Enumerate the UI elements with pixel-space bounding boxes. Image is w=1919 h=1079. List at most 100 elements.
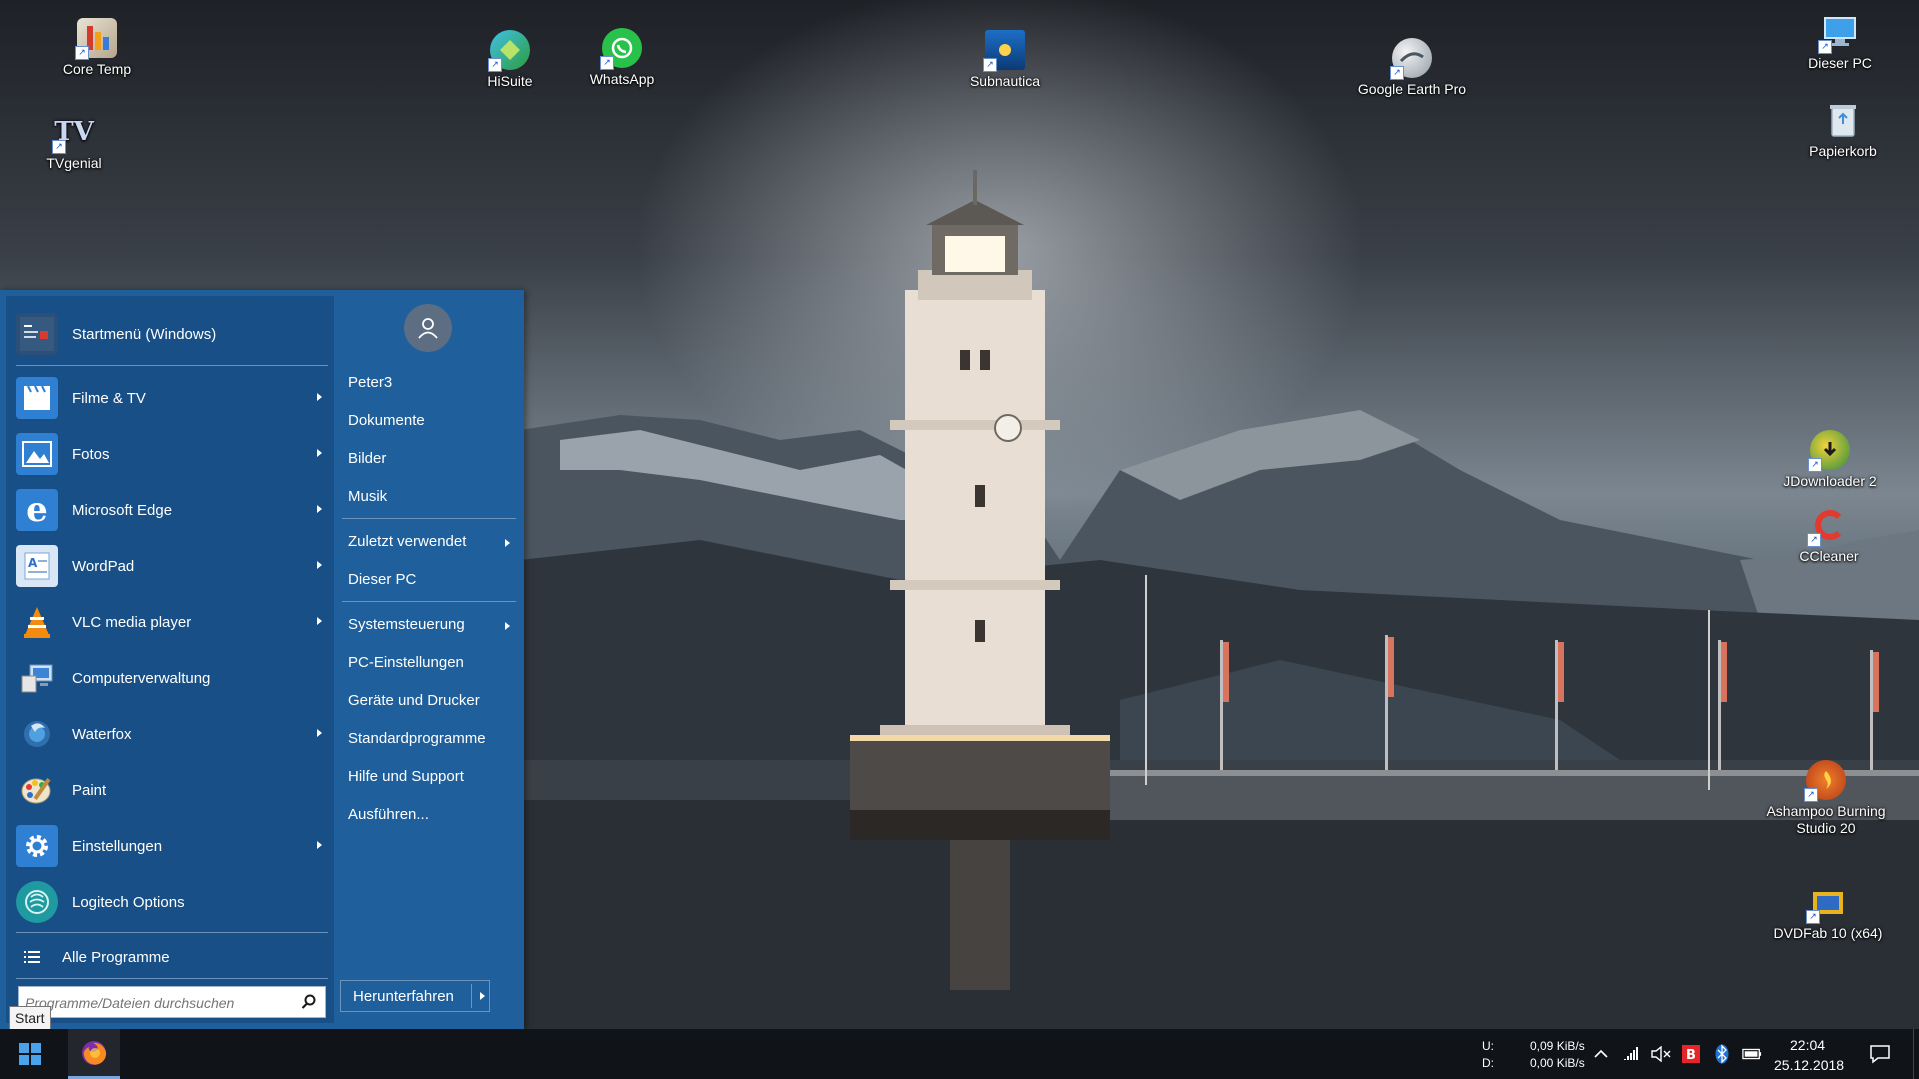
desktop-icon-jdownloader[interactable]: ↗ JDownloader 2 [1775,430,1885,490]
places-item-pc-einstellungen[interactable]: PC-Einstellungen [348,648,518,678]
start-item-label: Computerverwaltung [72,669,211,687]
start-item-filme-tv[interactable]: Filme & TV [16,371,332,425]
start-item-startmenu-windows[interactable]: Startmenü (Windows) [16,307,332,361]
places-item-label: Bilder [348,450,387,467]
start-tooltip: Start [9,1006,51,1030]
show-hidden-icons-chevron-icon[interactable] [1591,1044,1611,1064]
submenu-arrow-icon [317,617,322,625]
shutdown-label: Herunterfahren [353,987,454,1005]
hisuite-icon: ↗ [488,30,530,72]
start-item-label: Filme & TV [72,389,146,407]
start-item-computerverwaltung[interactable]: Computerverwaltung [16,651,332,705]
desktop-icon-ashampoo[interactable]: ↗ Ashampoo Burning Studio 20 [1756,760,1896,837]
net-download-value: 0,00 KiB/s [1530,1056,1585,1070]
places-item-label: Dieser PC [348,571,417,588]
start-item-vlc[interactable]: VLC media player [16,595,332,649]
places-item-musik[interactable]: Musik [348,482,518,512]
desktop-icon-label: TVgenial [46,155,102,171]
start-item-label: Microsoft Edge [72,501,173,519]
start-item-einstellungen[interactable]: Einstellungen [16,819,332,873]
desktop-icon-label: Core Temp [62,61,132,77]
places-item-systemsteuerung[interactable]: Systemsteuerung [348,610,518,640]
photos-icon [16,433,58,475]
start-item-label: Einstellungen [72,837,163,855]
paint-icon [16,769,58,811]
user-avatar[interactable] [404,304,452,352]
places-item-geraete-und-drucker[interactable]: Geräte und Drucker [348,686,518,716]
places-item-label: PC-Einstellungen [348,654,464,671]
net-upload-label: U: [1482,1039,1494,1053]
clock-date[interactable]: 25.12.2018 [1774,1057,1844,1073]
list-icon [24,950,40,964]
waterfox-icon [16,713,58,755]
places-item-dokumente[interactable]: Dokumente [348,406,518,436]
tvgenial-icon: TV ↗ [52,112,94,154]
bluetooth-icon[interactable] [1712,1044,1732,1064]
start-item-microsoft-edge[interactable]: e Microsoft Edge [16,483,332,537]
shutdown-options-arrow-icon[interactable] [480,992,485,1000]
places-item-peter3[interactable]: Peter3 [348,368,518,398]
submenu-arrow-icon [317,729,322,737]
desktop-icon-dvdfab[interactable]: ↗ DVDFab 10 (x64) [1764,882,1892,942]
places-item-bilder[interactable]: Bilder [348,444,518,474]
start-item-wordpad[interactable]: A WordPad [16,539,332,593]
submenu-arrow-icon [317,561,322,569]
recycle-bin-icon [1823,100,1863,140]
start-item-waterfox[interactable]: Waterfox [16,707,332,761]
desktop-icon-hisuite[interactable]: ↗ HiSuite [455,30,565,90]
start-menu-divider [16,978,328,979]
places-item-zuletzt-verwendet[interactable]: Zuletzt verwendet [348,527,518,557]
shutdown-button[interactable]: Herunterfahren [340,980,490,1012]
places-item-label: Dokumente [348,412,425,429]
ccleaner-icon: ↗ [1807,505,1849,547]
ashampoo-icon: ↗ [1804,760,1846,802]
jdownloader-icon: ↗ [1808,430,1850,472]
places-item-ausfuehren[interactable]: Ausführen... [348,800,518,830]
core-temp-icon: ↗ [75,18,117,60]
desktop-icon-core-temp[interactable]: ↗ Core Temp [42,18,152,78]
places-item-label: Standardprogramme [348,730,486,747]
desktop-icon-ccleaner[interactable]: ↗ CCleaner [1774,505,1884,565]
start-item-fotos[interactable]: Fotos [16,427,332,481]
vlc-icon [16,601,58,643]
computer-management-icon [16,657,58,699]
start-item-label: Logitech Options [72,893,185,911]
subnautica-icon: ↗ [983,30,1025,72]
antivirus-icon[interactable]: B [1681,1044,1701,1064]
desktop-icon-whatsapp[interactable]: ↗ WhatsApp [567,28,677,88]
svg-text:A: A [28,556,38,570]
speaker-muted-icon[interactable] [1651,1044,1671,1064]
places-item-dieser-pc[interactable]: Dieser PC [348,565,518,595]
desktop-icon-label: CCleaner [1799,548,1859,564]
desktop-icon-dieser-pc[interactable]: ↗ Dieser PC [1785,12,1895,72]
places-item-label: Zuletzt verwendet [348,533,467,550]
start-button[interactable] [0,1029,60,1079]
desktop-icon-subnautica[interactable]: ↗ Subnautica [950,30,1060,90]
taskbar-firefox-button[interactable] [68,1029,120,1079]
places-item-label: Peter3 [348,374,393,391]
desktop-icon-papierkorb[interactable]: Papierkorb [1788,100,1898,160]
all-programs-button[interactable]: Alle Programme [16,938,332,976]
desktop-icon-tvgenial[interactable]: TV ↗ TVgenial [19,112,129,172]
show-desktop-button[interactable] [1913,1029,1919,1079]
places-item-hilfe-und-support[interactable]: Hilfe und Support [348,762,518,792]
desktop-icon-google-earth[interactable]: ↗ Google Earth Pro [1357,38,1467,98]
submenu-arrow-icon [317,841,322,849]
battery-icon[interactable] [1742,1044,1762,1064]
search-icon[interactable] [301,994,317,1010]
settings-gear-icon [16,825,58,867]
places-item-label: Geräte und Drucker [348,692,480,709]
computer-icon: ↗ [1818,12,1860,54]
places-item-standardprogramme[interactable]: Standardprogramme [348,724,518,754]
clock-time[interactable]: 22:04 [1790,1037,1825,1053]
start-item-label: Startmenü (Windows) [72,325,217,343]
start-item-logitech-options[interactable]: Logitech Options [16,875,332,929]
submenu-arrow-icon [505,539,510,547]
submenu-arrow-icon [317,449,322,457]
start-search-box[interactable] [18,986,326,1019]
start-item-paint[interactable]: Paint [16,763,332,817]
action-center-icon[interactable] [1868,1044,1892,1064]
search-input[interactable] [19,987,301,1019]
wifi-icon[interactable] [1622,1044,1642,1064]
whatsapp-icon: ↗ [600,28,642,70]
